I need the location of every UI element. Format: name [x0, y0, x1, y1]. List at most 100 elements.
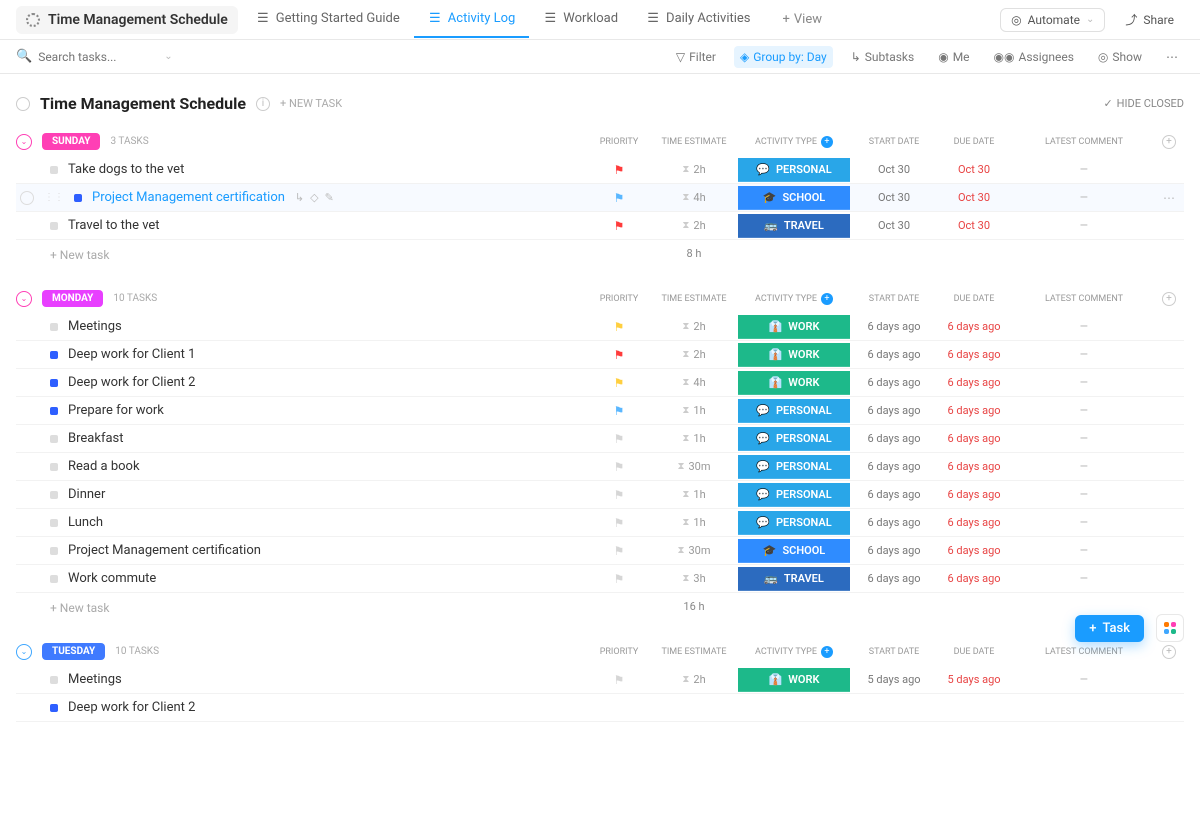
priority-cell[interactable]: ⚑ — [584, 460, 654, 474]
task-title[interactable]: Work commute — [68, 571, 156, 586]
show-button[interactable]: ◎Show — [1092, 46, 1148, 68]
col-header-start[interactable]: START DATE — [854, 647, 934, 657]
tab-getting-started-guide[interactable]: ☰Getting Started Guide — [242, 1, 414, 38]
activity-cell[interactable]: 💬PERSONAL — [734, 455, 854, 479]
due-date-cell[interactable]: Oct 30 — [934, 219, 1014, 232]
estimate-cell[interactable]: ⧗2h — [654, 163, 734, 176]
task-title[interactable]: Project Management certification — [68, 543, 261, 558]
due-date-cell[interactable]: 6 days ago — [934, 376, 1014, 389]
automate-button[interactable]: ◎ Automate ⌄ — [1000, 8, 1105, 32]
activity-cell[interactable]: 🚌TRAVEL — [734, 567, 854, 591]
add-column-button[interactable]: + — [1154, 135, 1184, 149]
estimate-cell[interactable]: ⧗2h — [654, 673, 734, 686]
task-row[interactable]: Read a book⚑⧗30m💬PERSONAL6 days ago6 day… — [16, 453, 1184, 481]
task-row[interactable]: Take dogs to the vet⚑⧗2h💬PERSONALOct 30O… — [16, 156, 1184, 184]
activity-cell[interactable]: 👔WORK — [734, 371, 854, 395]
col-header-estimate[interactable]: TIME ESTIMATE — [654, 647, 734, 657]
start-date-cell[interactable]: 5 days ago — [854, 673, 934, 686]
priority-cell[interactable]: ⚑ — [584, 488, 654, 502]
activity-cell[interactable]: 🎓SCHOOL — [734, 539, 854, 563]
task-title[interactable]: Meetings — [68, 319, 122, 334]
due-date-cell[interactable]: 6 days ago — [934, 432, 1014, 445]
comment-cell[interactable]: – — [1014, 162, 1154, 178]
tab-daily-activities[interactable]: ☰Daily Activities — [632, 1, 764, 38]
task-title[interactable]: Lunch — [68, 515, 103, 530]
due-date-cell[interactable]: 6 days ago — [934, 348, 1014, 361]
priority-cell[interactable]: ⚑ — [584, 320, 654, 334]
subtasks-button[interactable]: ↳Subtasks — [845, 46, 920, 68]
col-header-priority[interactable]: PRIORITY — [584, 647, 654, 657]
col-header-due[interactable]: DUE DATE — [934, 647, 1014, 657]
due-date-cell[interactable]: Oct 30 — [934, 191, 1014, 204]
col-header-estimate[interactable]: TIME ESTIMATE — [654, 294, 734, 304]
estimate-cell[interactable]: ⧗4h — [654, 376, 734, 389]
group-toggle[interactable]: ⌄ — [16, 134, 32, 150]
col-header-priority[interactable]: PRIORITY — [584, 294, 654, 304]
status-square[interactable] — [50, 676, 58, 684]
activity-cell[interactable]: 💬PERSONAL — [734, 427, 854, 451]
task-row[interactable]: Prepare for work⚑⧗1h💬PERSONAL6 days ago6… — [16, 397, 1184, 425]
start-date-cell[interactable]: 6 days ago — [854, 320, 934, 333]
comment-cell[interactable]: – — [1014, 403, 1154, 419]
priority-cell[interactable]: ⚑ — [584, 673, 654, 687]
complete-circle[interactable] — [20, 191, 34, 205]
day-pill[interactable]: SUNDAY — [42, 133, 100, 150]
estimate-cell[interactable]: ⧗4h — [654, 191, 734, 204]
priority-cell[interactable]: ⚑ — [584, 191, 654, 205]
tab-workload[interactable]: ☰Workload — [529, 1, 632, 38]
more-icon[interactable]: ⋯ — [1154, 191, 1184, 205]
task-title[interactable]: Read a book — [68, 459, 140, 474]
due-date-cell[interactable]: 6 days ago — [934, 544, 1014, 557]
priority-cell[interactable]: ⚑ — [584, 219, 654, 233]
estimate-cell[interactable]: ⧗2h — [654, 320, 734, 333]
activity-cell[interactable]: 🚌TRAVEL — [734, 214, 854, 238]
tab-activity-log[interactable]: ☰Activity Log — [414, 1, 530, 38]
due-date-cell[interactable]: 6 days ago — [934, 460, 1014, 473]
start-date-cell[interactable]: 6 days ago — [854, 376, 934, 389]
start-date-cell[interactable]: 6 days ago — [854, 488, 934, 501]
search-input[interactable] — [38, 50, 158, 64]
status-square[interactable] — [50, 323, 58, 331]
estimate-cell[interactable]: ⧗1h — [654, 516, 734, 529]
new-task-fab[interactable]: + Task — [1075, 615, 1144, 642]
task-title[interactable]: Deep work for Client 1 — [68, 347, 195, 362]
comment-cell[interactable]: – — [1014, 459, 1154, 475]
status-square[interactable] — [50, 379, 58, 387]
task-title[interactable]: Breakfast — [68, 431, 124, 446]
due-date-cell[interactable]: 6 days ago — [934, 488, 1014, 501]
status-square[interactable] — [50, 407, 58, 415]
activity-cell[interactable]: 👔WORK — [734, 668, 854, 692]
assignees-button[interactable]: ◉◉Assignees — [988, 46, 1080, 68]
priority-cell[interactable]: ⚑ — [584, 404, 654, 418]
comment-cell[interactable]: – — [1014, 515, 1154, 531]
comment-cell[interactable]: – — [1014, 487, 1154, 503]
activity-cell[interactable]: 💬PERSONAL — [734, 158, 854, 182]
activity-cell[interactable]: 🎓SCHOOL — [734, 186, 854, 210]
due-date-cell[interactable]: Oct 30 — [934, 163, 1014, 176]
task-title[interactable]: Dinner — [68, 487, 105, 502]
status-square[interactable] — [50, 222, 58, 230]
comment-cell[interactable]: – — [1014, 431, 1154, 447]
add-column-button[interactable]: + — [1154, 645, 1184, 659]
status-square[interactable] — [50, 575, 58, 583]
filter-button[interactable]: ▽Filter — [670, 46, 722, 68]
add-view-button[interactable]: + View — [769, 2, 837, 37]
priority-cell[interactable]: ⚑ — [584, 376, 654, 390]
activity-cell[interactable]: 👔WORK — [734, 343, 854, 367]
chevron-down-icon[interactable]: ⌄ — [164, 51, 172, 62]
task-row[interactable]: Deep work for Client 2 — [16, 694, 1184, 722]
activity-cell[interactable]: 💬PERSONAL — [734, 511, 854, 535]
more-button[interactable]: ⋯ — [1160, 46, 1184, 68]
estimate-cell[interactable]: ⧗1h — [654, 488, 734, 501]
due-date-cell[interactable]: 6 days ago — [934, 572, 1014, 585]
status-square[interactable] — [50, 463, 58, 471]
new-task-row-button[interactable]: + New task — [16, 240, 109, 266]
start-date-cell[interactable]: Oct 30 — [854, 163, 934, 176]
status-square[interactable] — [50, 351, 58, 359]
status-circle-icon[interactable] — [16, 97, 30, 111]
task-row[interactable]: Project Management certification⚑⧗30m🎓SC… — [16, 537, 1184, 565]
status-square[interactable] — [50, 519, 58, 527]
new-task-button[interactable]: + NEW TASK — [280, 97, 342, 110]
start-date-cell[interactable]: 6 days ago — [854, 544, 934, 557]
status-square[interactable] — [50, 166, 58, 174]
